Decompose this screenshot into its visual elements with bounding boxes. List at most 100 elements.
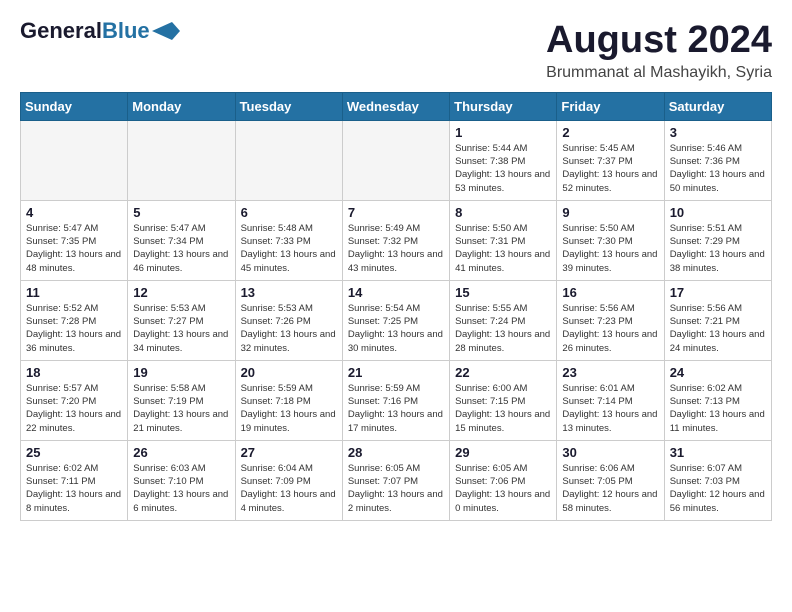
- day-number: 23: [562, 365, 658, 380]
- day-info: Sunrise: 5:54 AM Sunset: 7:25 PM Dayligh…: [348, 302, 444, 355]
- day-info: Sunrise: 5:46 AM Sunset: 7:36 PM Dayligh…: [670, 142, 766, 195]
- calendar-cell: [21, 120, 128, 200]
- day-number: 20: [241, 365, 337, 380]
- day-header-monday: Monday: [128, 92, 235, 120]
- calendar-cell: 2Sunrise: 5:45 AM Sunset: 7:37 PM Daylig…: [557, 120, 664, 200]
- calendar-cell: [128, 120, 235, 200]
- day-info: Sunrise: 5:53 AM Sunset: 7:26 PM Dayligh…: [241, 302, 337, 355]
- day-header-saturday: Saturday: [664, 92, 771, 120]
- calendar-cell: 15 Sunrise: 5:55 AM Sunset: 7:24 PM Dayli…: [450, 280, 557, 360]
- day-info: Sunrise: 5:52 AM Sunset: 7:28 PM Dayligh…: [26, 302, 122, 355]
- calendar-cell: 10Sunrise: 5:51 AM Sunset: 7:29 PM Dayli…: [664, 200, 771, 280]
- calendar-cell: 21 Sunrise: 5:59 AM Sunset: 7:16 PM Dayli…: [342, 360, 449, 440]
- day-number: 27: [241, 445, 337, 460]
- calendar-cell: 14Sunrise: 5:54 AM Sunset: 7:25 PM Dayli…: [342, 280, 449, 360]
- day-info: Sunrise: 5:47 AM Sunset: 7:34 PM Dayligh…: [133, 222, 229, 275]
- day-info: Sunrise: 5:58 AM Sunset: 7:19 PM Dayligh…: [133, 382, 229, 435]
- day-number: 7: [348, 205, 444, 220]
- day-number: 3: [670, 125, 766, 140]
- calendar-cell: 4Sunrise: 5:47 AM Sunset: 7:35 PM Daylig…: [21, 200, 128, 280]
- day-info: Sunrise: 5:50 AM Sunset: 7:31 PM Dayligh…: [455, 222, 551, 275]
- day-info: Sunrise: 6:01 AM Sunset: 7:14 PM Dayligh…: [562, 382, 658, 435]
- day-number: 29: [455, 445, 551, 460]
- day-info: Sunrise: 5:49 AM Sunset: 7:32 PM Dayligh…: [348, 222, 444, 275]
- calendar-cell: 18 Sunrise: 5:57 AM Sunset: 7:20 PM Dayli…: [21, 360, 128, 440]
- day-number: 4: [26, 205, 122, 220]
- day-info: Sunrise: 6:02 AM Sunset: 7:11 PM Dayligh…: [26, 462, 122, 515]
- day-info: Sunrise: 6:07 AM Sunset: 7:03 PM Dayligh…: [670, 462, 766, 515]
- calendar-cell: 31 Sunrise: 6:07 AM Sunset: 7:03 PM Dayli…: [664, 440, 771, 520]
- week-row-4: 18 Sunrise: 5:57 AM Sunset: 7:20 PM Dayli…: [21, 360, 772, 440]
- day-info: Sunrise: 5:56 AM Sunset: 7:21 PM Dayligh…: [670, 302, 766, 355]
- day-info: Sunrise: 6:04 AM Sunset: 7:09 PM Dayligh…: [241, 462, 337, 515]
- day-info: Sunrise: 5:57 AM Sunset: 7:20 PM Dayligh…: [26, 382, 122, 435]
- calendar-cell: 17 Sunrise: 5:56 AM Sunset: 7:21 PM Dayli…: [664, 280, 771, 360]
- calendar-cell: 29Sunrise: 6:05 AM Sunset: 7:06 PM Dayli…: [450, 440, 557, 520]
- day-header-friday: Friday: [557, 92, 664, 120]
- day-info: Sunrise: 6:00 AM Sunset: 7:15 PM Dayligh…: [455, 382, 551, 435]
- calendar-cell: 8 Sunrise: 5:50 AM Sunset: 7:31 PM Daylig…: [450, 200, 557, 280]
- calendar-cell: 13 Sunrise: 5:53 AM Sunset: 7:26 PM Dayli…: [235, 280, 342, 360]
- day-info: Sunrise: 5:51 AM Sunset: 7:29 PM Dayligh…: [670, 222, 766, 275]
- day-number: 1: [455, 125, 551, 140]
- day-number: 8: [455, 205, 551, 220]
- day-number: 5: [133, 205, 229, 220]
- calendar-cell: 7 Sunrise: 5:49 AM Sunset: 7:32 PM Daylig…: [342, 200, 449, 280]
- day-number: 11: [26, 285, 122, 300]
- day-info: Sunrise: 6:03 AM Sunset: 7:10 PM Dayligh…: [133, 462, 229, 515]
- month-title: August 2024: [546, 20, 772, 62]
- day-number: 13: [241, 285, 337, 300]
- calendar-cell: 24 Sunrise: 6:02 AM Sunset: 7:13 PM Dayli…: [664, 360, 771, 440]
- location-title: Brummanat al Mashayikh, Syria: [546, 64, 772, 82]
- day-number: 19: [133, 365, 229, 380]
- day-number: 12: [133, 285, 229, 300]
- calendar-cell: 16Sunrise: 5:56 AM Sunset: 7:23 PM Dayli…: [557, 280, 664, 360]
- calendar-cell: 30Sunrise: 6:06 AM Sunset: 7:05 PM Dayli…: [557, 440, 664, 520]
- day-number: 26: [133, 445, 229, 460]
- day-info: Sunrise: 6:05 AM Sunset: 7:07 PM Dayligh…: [348, 462, 444, 515]
- logo: GeneralBlue: [20, 20, 180, 42]
- day-number: 16: [562, 285, 658, 300]
- week-row-2: 4Sunrise: 5:47 AM Sunset: 7:35 PM Daylig…: [21, 200, 772, 280]
- day-info: Sunrise: 5:48 AM Sunset: 7:33 PM Dayligh…: [241, 222, 337, 275]
- header-row: SundayMondayTuesdayWednesdayThursdayFrid…: [21, 92, 772, 120]
- calendar-cell: 22 Sunrise: 6:00 AM Sunset: 7:15 PM Dayli…: [450, 360, 557, 440]
- calendar-cell: 28Sunrise: 6:05 AM Sunset: 7:07 PM Dayli…: [342, 440, 449, 520]
- day-info: Sunrise: 6:02 AM Sunset: 7:13 PM Dayligh…: [670, 382, 766, 435]
- calendar-cell: 27 Sunrise: 6:04 AM Sunset: 7:09 PM Dayli…: [235, 440, 342, 520]
- day-number: 18: [26, 365, 122, 380]
- week-row-5: 25Sunrise: 6:02 AM Sunset: 7:11 PM Dayli…: [21, 440, 772, 520]
- day-header-thursday: Thursday: [450, 92, 557, 120]
- calendar-cell: [342, 120, 449, 200]
- day-number: 9: [562, 205, 658, 220]
- day-number: 2: [562, 125, 658, 140]
- day-info: Sunrise: 6:06 AM Sunset: 7:05 PM Dayligh…: [562, 462, 658, 515]
- calendar-cell: 23 Sunrise: 6:01 AM Sunset: 7:14 PM Dayli…: [557, 360, 664, 440]
- page-header: GeneralBlue August 2024 Brummanat al Mas…: [20, 20, 772, 82]
- day-info: Sunrise: 5:55 AM Sunset: 7:24 PM Dayligh…: [455, 302, 551, 355]
- calendar-cell: 26 Sunrise: 6:03 AM Sunset: 7:10 PM Dayli…: [128, 440, 235, 520]
- day-number: 21: [348, 365, 444, 380]
- day-info: Sunrise: 5:59 AM Sunset: 7:18 PM Dayligh…: [241, 382, 337, 435]
- day-header-tuesday: Tuesday: [235, 92, 342, 120]
- calendar-cell: 5 Sunrise: 5:47 AM Sunset: 7:34 PM Daylig…: [128, 200, 235, 280]
- calendar-cell: 1 Sunrise: 5:44 AM Sunset: 7:38 PM Daylig…: [450, 120, 557, 200]
- day-number: 17: [670, 285, 766, 300]
- day-number: 31: [670, 445, 766, 460]
- day-info: Sunrise: 5:44 AM Sunset: 7:38 PM Dayligh…: [455, 142, 551, 195]
- day-header-wednesday: Wednesday: [342, 92, 449, 120]
- logo-arrow-icon: [152, 22, 180, 40]
- day-info: Sunrise: 5:50 AM Sunset: 7:30 PM Dayligh…: [562, 222, 658, 275]
- day-header-sunday: Sunday: [21, 92, 128, 120]
- calendar-cell: 9 Sunrise: 5:50 AM Sunset: 7:30 PM Daylig…: [557, 200, 664, 280]
- logo-blue: Blue: [102, 18, 150, 43]
- day-info: Sunrise: 5:59 AM Sunset: 7:16 PM Dayligh…: [348, 382, 444, 435]
- day-number: 24: [670, 365, 766, 380]
- day-number: 15: [455, 285, 551, 300]
- logo-general: General: [20, 18, 102, 43]
- week-row-3: 11 Sunrise: 5:52 AM Sunset: 7:28 PM Dayli…: [21, 280, 772, 360]
- calendar-cell: 19 Sunrise: 5:58 AM Sunset: 7:19 PM Dayli…: [128, 360, 235, 440]
- day-info: Sunrise: 5:53 AM Sunset: 7:27 PM Dayligh…: [133, 302, 229, 355]
- calendar-cell: 12 Sunrise: 5:53 AM Sunset: 7:27 PM Dayli…: [128, 280, 235, 360]
- day-number: 22: [455, 365, 551, 380]
